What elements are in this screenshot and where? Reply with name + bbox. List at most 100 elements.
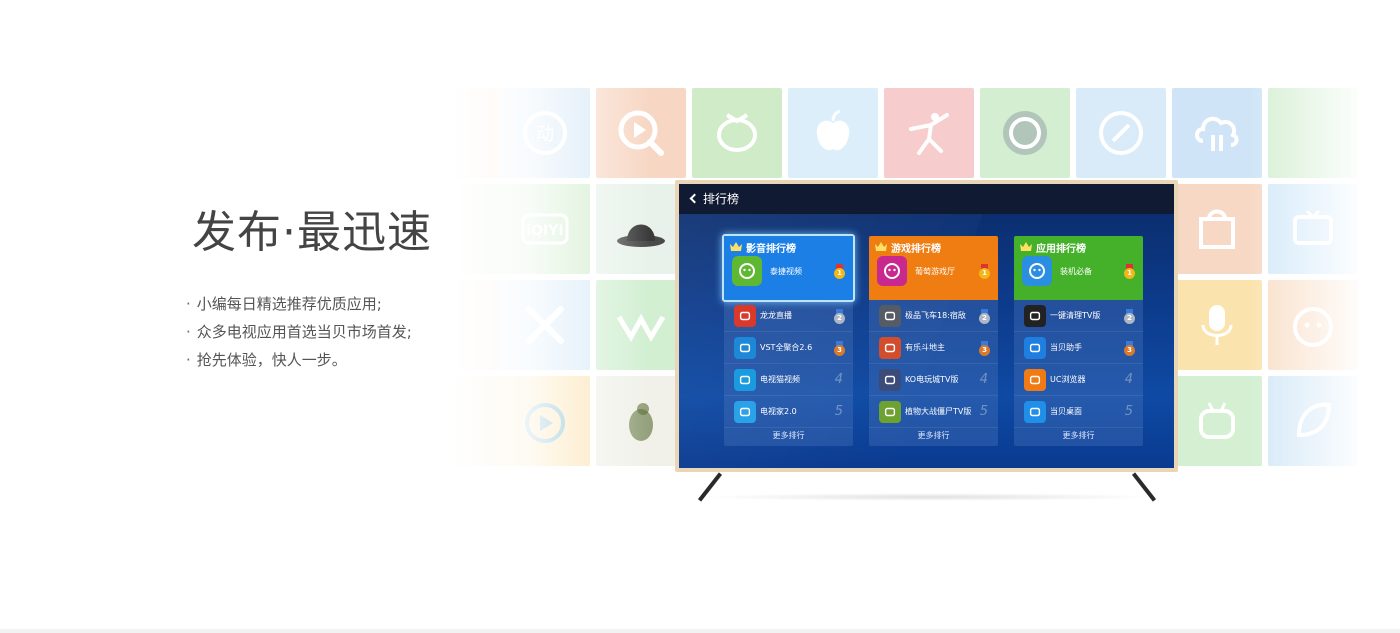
microphone-icon bbox=[1201, 305, 1233, 345]
ko-star-icon bbox=[879, 368, 901, 391]
ranking-row[interactable]: 一键清理TV版 2 bbox=[1014, 300, 1143, 332]
rank-number: 5 bbox=[1124, 404, 1133, 419]
tile-browser-icon bbox=[1076, 88, 1166, 178]
more-ranking-link[interactable]: 更多排行 bbox=[869, 426, 998, 446]
cleaner-icon bbox=[1024, 304, 1046, 327]
medal-icon: 2 bbox=[979, 309, 990, 324]
tv-shadow bbox=[700, 493, 1160, 501]
play-cat-icon bbox=[734, 368, 756, 391]
ranking-row[interactable]: 电视家2.0 5 bbox=[724, 396, 853, 428]
ranking-row[interactable]: 当贝助手 3 bbox=[1014, 332, 1143, 364]
app-name: KO电玩城TV版 bbox=[905, 375, 959, 384]
app-name: 有乐斗地主 bbox=[905, 343, 945, 352]
tv-screen: 排行榜 影音排行榜 泰捷视频 1 龙龙直播 2 VST全聚合2.6 3 电视猫视频 4 电视家2.… bbox=[679, 184, 1174, 468]
apple-icon bbox=[816, 109, 850, 151]
ranking-row[interactable]: 有乐斗地主 3 bbox=[869, 332, 998, 364]
tile-cloud-icon bbox=[1172, 88, 1262, 178]
cleaner-icon bbox=[1003, 111, 1047, 155]
top-app: 葡萄游戏厅 bbox=[877, 256, 955, 286]
rank-number: 5 bbox=[834, 404, 843, 419]
app-name: 电视家2.0 bbox=[760, 407, 797, 416]
ranking-row[interactable]: 植物大战僵尸TV版 5 bbox=[869, 396, 998, 428]
feature-bullet: · 小编每日精选推荐优质应用; bbox=[186, 295, 382, 313]
app-name: 装机必备 bbox=[1060, 266, 1092, 276]
dancer-icon bbox=[909, 113, 949, 155]
tv-frame: 排行榜 影音排行榜 泰捷视频 1 龙龙直播 2 VST全聚合2.6 3 电视猫视频 4 电视家2.… bbox=[675, 180, 1178, 472]
feature-bullet-list: · 小编每日精选推荐优质应用; · 众多电视应用首选当贝市场首发; · 抢先体验，快人… bbox=[186, 290, 412, 374]
back-button-label: 排行榜 bbox=[703, 192, 740, 206]
app-name: 电视猫视频 bbox=[760, 375, 800, 384]
feature-bullet: · 众多电视应用首选当贝市场首发; bbox=[186, 323, 412, 341]
rank-number: 4 bbox=[834, 372, 843, 387]
ranking-column: 影音排行榜泰捷视频 1 龙龙直播 2 VST全聚合2.6 3 电视猫视频 4 电视家2.0 5 更多… bbox=[722, 234, 855, 446]
tv-icon bbox=[734, 400, 756, 423]
app-name: 当贝桌面 bbox=[1050, 407, 1082, 416]
ranking-row[interactable]: 龙龙直播 2 bbox=[724, 300, 853, 332]
bag-icon bbox=[1199, 209, 1235, 249]
tile-bag-icon bbox=[1172, 184, 1262, 274]
rank-number: 4 bbox=[979, 372, 988, 387]
zombie-icon bbox=[879, 400, 901, 423]
medal-icon: 1 bbox=[1124, 264, 1135, 279]
ranking-column-title: 游戏排行榜 bbox=[891, 244, 941, 255]
home-desktop-icon bbox=[1024, 400, 1046, 423]
more-ranking-link[interactable]: 更多排行 bbox=[1014, 426, 1143, 446]
feature-bullet: · 抢先体验，快人一步。 bbox=[186, 351, 347, 369]
app-name: 一键清理TV版 bbox=[1050, 311, 1101, 320]
ranking-row[interactable]: 当贝桌面 5 bbox=[1014, 396, 1143, 428]
screen-header bbox=[679, 184, 1174, 214]
tile-wall-fade-right bbox=[1250, 80, 1400, 480]
tools-icon bbox=[1022, 256, 1052, 286]
ranking-top-card[interactable]: 应用排行榜装机必备 1 bbox=[1014, 236, 1143, 300]
race-car-icon bbox=[879, 304, 901, 327]
app-name: VST全聚合2.6 bbox=[760, 343, 813, 352]
tile-apple-icon bbox=[788, 88, 878, 178]
crown-icon bbox=[730, 242, 742, 251]
tile-wall-fade-left bbox=[430, 80, 650, 480]
tile-robot-bg-icon bbox=[1172, 376, 1262, 466]
medal-icon: 1 bbox=[979, 264, 990, 279]
medal-icon: 1 bbox=[834, 264, 845, 279]
uc-browser-icon bbox=[1024, 368, 1046, 391]
page-bottom-divider bbox=[0, 629, 1400, 633]
ranking-top-card[interactable]: 游戏排行榜葡萄游戏厅 1 bbox=[869, 236, 998, 300]
rank-number: 4 bbox=[1124, 372, 1133, 387]
browser-icon bbox=[1099, 111, 1143, 155]
more-ranking-link[interactable]: 更多排行 bbox=[724, 426, 853, 446]
app-name: 泰捷视频 bbox=[770, 266, 802, 276]
cloud-transfer-icon bbox=[1195, 116, 1239, 151]
top-app: 泰捷视频 bbox=[732, 256, 802, 286]
ranking-row[interactable]: 极品飞车18:宿敌 2 bbox=[869, 300, 998, 332]
ranking-row[interactable]: KO电玩城TV版 4 bbox=[869, 364, 998, 396]
tile-dancer-icon bbox=[884, 88, 974, 178]
crown-icon bbox=[875, 242, 887, 251]
robot-icon bbox=[1199, 402, 1235, 439]
app-name: 葡萄游戏厅 bbox=[915, 266, 955, 276]
ranking-column-title: 影音排行榜 bbox=[746, 244, 796, 255]
lemon-icon bbox=[717, 113, 757, 152]
rank-number: 5 bbox=[979, 404, 988, 419]
chevron-left-icon bbox=[689, 193, 700, 204]
robot-icon bbox=[732, 256, 762, 286]
ranking-row[interactable]: VST全聚合2.6 3 bbox=[724, 332, 853, 364]
ranking-column: 应用排行榜装机必备 1 一键清理TV版 2 当贝助手 3 UC浏览器 4 当贝桌面 5 更多排行 bbox=[1014, 236, 1143, 446]
medal-icon: 3 bbox=[834, 341, 845, 356]
tile-karaoke-icon bbox=[1172, 280, 1262, 370]
ranking-column-title: 应用排行榜 bbox=[1036, 244, 1086, 255]
medal-icon: 3 bbox=[1124, 341, 1135, 356]
ranking-column: 游戏排行榜葡萄游戏厅 1 极品飞车18:宿敌 2 有乐斗地主 3 KO电玩城TV版 4 植物大战… bbox=[869, 236, 998, 446]
ranking-row[interactable]: 电视猫视频 4 bbox=[724, 364, 853, 396]
longlong-logo-icon bbox=[734, 304, 756, 327]
ranking-top-card[interactable]: 影音排行榜泰捷视频 1 bbox=[722, 234, 855, 302]
hero-title: 发布·最迅速 bbox=[192, 207, 432, 258]
medal-icon: 2 bbox=[1124, 309, 1135, 324]
back-button[interactable]: 排行榜 bbox=[689, 190, 740, 207]
card-game-icon bbox=[879, 336, 901, 359]
app-name: UC浏览器 bbox=[1050, 375, 1086, 384]
app-name: 植物大战僵尸TV版 bbox=[905, 407, 972, 416]
app-name: 极品飞车18:宿敌 bbox=[905, 311, 966, 320]
assistant-icon bbox=[1024, 336, 1046, 359]
ranking-row[interactable]: UC浏览器 4 bbox=[1014, 364, 1143, 396]
app-name: 龙龙直播 bbox=[760, 311, 792, 320]
app-name: 当贝助手 bbox=[1050, 343, 1082, 352]
